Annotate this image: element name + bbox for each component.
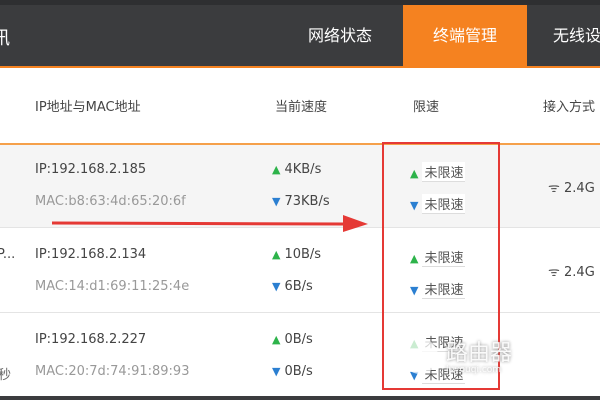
top-nav: 讯 网络状态 终端管理 无线设 [0, 0, 600, 68]
device-name: P... [0, 247, 16, 262]
ip-address: IP:192.168.2.227 [35, 332, 147, 347]
mac-address: MAC:b8:63:4d:65:20:6f [35, 194, 186, 209]
watermark-logo-icon [402, 338, 438, 374]
mac-address: MAC:20:7d:74:91:89:93 [35, 364, 190, 379]
tab-wireless-settings[interactable]: 无线设 [540, 5, 600, 66]
brand-text: 讯 [0, 28, 10, 49]
wifi-icon: ᯤ [548, 265, 565, 280]
watermark: 路由器 luyouqi.com [446, 335, 512, 375]
access-type: 2.4G [564, 265, 595, 280]
tab-terminal-management[interactable]: 终端管理 [403, 5, 527, 66]
download-speed: 73KB/s [284, 194, 330, 209]
upload-arrow-icon: ▲ [272, 248, 281, 261]
ip-address: IP:192.168.2.185 [35, 162, 147, 177]
download-arrow-icon: ▼ [272, 280, 281, 293]
watermark-title: 路由器 [446, 341, 513, 366]
device-time: 秒 [0, 368, 12, 383]
download-arrow-icon: ▼ [272, 195, 281, 208]
download-arrow-icon: ▼ [272, 365, 281, 378]
column-ip-mac: IP地址与MAC地址 [35, 100, 141, 115]
mac-address: MAC:14:d1:69:11:25:4e [35, 279, 190, 294]
column-access: 接入方式 [543, 100, 596, 115]
upload-speed: 10B/s [284, 247, 322, 262]
upload-arrow-icon: ▲ [272, 333, 281, 346]
tab-network-status[interactable]: 网络状态 [290, 5, 390, 66]
access-type: 2.4G [564, 181, 595, 196]
upload-speed: 0B/s [284, 332, 313, 347]
upload-speed: 4KB/s [284, 162, 322, 177]
red-arrow-annotation [51, 215, 368, 232]
wifi-icon: ᯤ [548, 181, 565, 196]
column-limit: 限速 [413, 100, 440, 115]
upload-arrow-icon: ▲ [272, 163, 281, 176]
column-speed: 当前速度 [275, 100, 328, 115]
watermark-url: luyouqi.com [446, 365, 502, 375]
table-row: P... IP:192.168.2.134 MAC:14:d1:69:11:25… [0, 228, 600, 313]
download-speed: 6B/s [284, 279, 313, 294]
bottom-bar [0, 396, 600, 400]
download-speed: 0B/s [284, 364, 313, 379]
ip-address: IP:192.168.2.134 [35, 247, 147, 262]
